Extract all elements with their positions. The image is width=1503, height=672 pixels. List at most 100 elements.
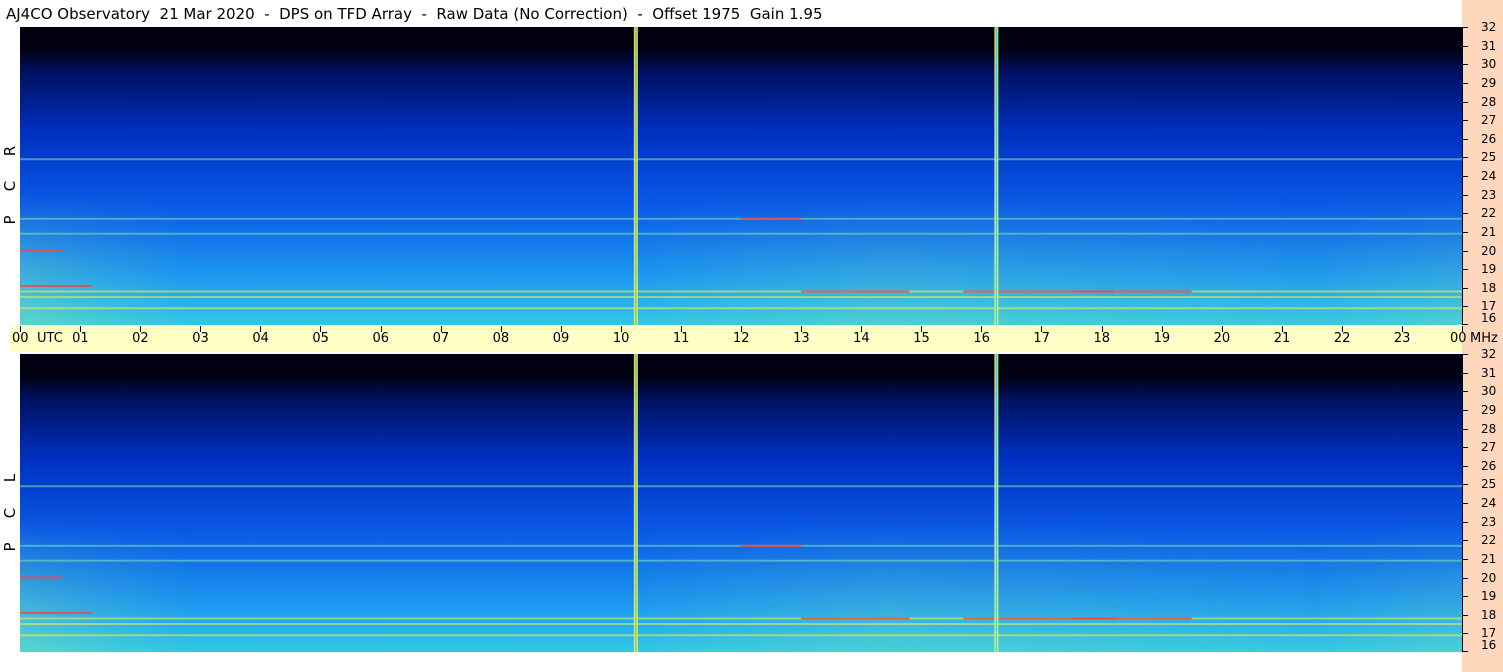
frequency-tick-label: 17: [1481, 299, 1497, 314]
interference-burst: [1071, 617, 1192, 620]
frequency-tick-label: 30: [1481, 57, 1497, 72]
utc-tick-label: 07: [432, 331, 450, 346]
carrier-line: [20, 232, 1462, 235]
rcp-spectrogram: [20, 27, 1462, 325]
utc-tick-label: 11: [672, 331, 690, 346]
utc-tick-label: 17: [1033, 331, 1050, 346]
lcp-frequency-axis: 16 17 18 19 20 21 22 23 24 25 26 27 28 29 30 31 32: [1462, 347, 1503, 652]
utc-tick-label: 23: [1393, 331, 1411, 346]
frequency-tick-label: 18: [1481, 607, 1497, 622]
frequency-tick: [1462, 324, 1468, 325]
frequency-tick: [1462, 176, 1468, 177]
frequency-tick: [1462, 614, 1468, 616]
utc-tick-label: 15: [913, 331, 930, 346]
frequency-tick-label: 19: [1481, 589, 1497, 604]
frequency-tick-label: 26: [1481, 458, 1497, 473]
carrier-line: [20, 307, 1462, 310]
frequency-tick: [1462, 45, 1468, 47]
frequency-tick: [1462, 213, 1468, 215]
utc-tick-label: 04: [252, 331, 269, 346]
carrier-line: [20, 559, 1462, 562]
utc-unit-label: UTC: [37, 331, 63, 346]
frequency-tick: [1462, 521, 1468, 523]
carrier-line: [20, 290, 1462, 293]
frequency-tick: [1462, 540, 1468, 542]
carrier-line: [20, 296, 1462, 299]
frequency-tick: [1462, 577, 1468, 579]
utc-tick-label: 06: [372, 331, 390, 346]
frequency-tick-label: 22: [1481, 206, 1497, 221]
utc-tick-label: 10: [612, 331, 630, 346]
frequency-tick: [1462, 503, 1468, 504]
frequency-tick-label: 25: [1481, 150, 1497, 165]
utc-tick-label: 14: [853, 331, 870, 346]
frequency-tick: [1462, 391, 1468, 393]
frequency-tick: [1462, 354, 1468, 355]
interference-burst: [801, 290, 910, 293]
carrier-line: [20, 634, 1462, 637]
frequency-tick-label: 31: [1481, 38, 1497, 53]
utc-tick-label: 19: [1153, 331, 1171, 346]
frequency-tick-label: 23: [1481, 514, 1497, 529]
frequency-tick: [1462, 428, 1468, 430]
frequency-tick: [1462, 82, 1468, 84]
interference-burst: [741, 544, 802, 547]
frequency-tick: [1462, 269, 1468, 271]
frequency-tick: [1462, 194, 1468, 196]
frequency-tick: [1462, 372, 1468, 374]
polarization-letter: L: [1, 473, 19, 483]
frequency-tick-label: 17: [1481, 626, 1497, 641]
frequency-tick-label: 32: [1481, 347, 1497, 361]
lcp-spectrogram: [20, 354, 1462, 652]
frequency-tick-label: 30: [1481, 384, 1497, 399]
interference-burst: [801, 617, 910, 620]
frequency-tick: [1462, 465, 1468, 467]
utc-tick-label: 20: [1213, 331, 1231, 346]
polarization-letter: C: [1, 507, 19, 519]
frequency-tick: [1462, 651, 1468, 652]
chart-title: AJ4CO Observatory 21 Mar 2020 - DPS on T…: [6, 5, 823, 23]
utc-tick-label: 01: [72, 331, 89, 346]
carrier-line: [20, 617, 1462, 620]
frequency-tick-label: 29: [1481, 75, 1497, 90]
frequency-tick-label: 25: [1481, 477, 1497, 492]
utc-tick-label: 21: [1273, 331, 1291, 346]
frequency-tick-label: 26: [1481, 131, 1497, 146]
frequency-tick-label: 27: [1481, 440, 1497, 455]
solar-noise-glow: [20, 27, 1462, 325]
utc-tick-label: 08: [492, 331, 510, 346]
frequency-tick: [1462, 27, 1468, 28]
carrier-line: [20, 623, 1462, 626]
interference-vertical-core: [635, 27, 637, 325]
frequency-tick: [1462, 101, 1468, 103]
polarization-letter: R: [1, 145, 19, 157]
polarization-letter: C: [1, 180, 19, 192]
frequency-tick-label: 28: [1481, 94, 1497, 109]
interference-vertical-core: [995, 354, 997, 652]
carrier-line: [20, 158, 1462, 161]
frequency-tick: [1462, 306, 1468, 308]
utc-tick-label: 00: [12, 331, 29, 346]
utc-tick-label: 18: [1093, 331, 1111, 346]
carrier-line: [20, 485, 1462, 488]
utc-time-axis: 00 01 02 03 04 05 06 07 08 09 10 11 12 13 14 15 16 17 18 19…: [10, 326, 1467, 352]
frequency-tick-label: 24: [1481, 496, 1497, 510]
interference-burst: [741, 217, 802, 220]
frequency-tick-label: 32: [1481, 20, 1497, 34]
lcp-spectrogram-svg: [20, 354, 1462, 652]
frequency-tick-label: 20: [1481, 243, 1497, 258]
utc-tick-label: 02: [132, 331, 149, 346]
utc-tick-label: 16: [973, 331, 990, 346]
polarization-letter: P: [1, 542, 19, 552]
solar-noise-glow: [20, 354, 1462, 652]
frequency-tick-label: 21: [1481, 551, 1497, 566]
frequency-tick-label: 24: [1481, 169, 1497, 183]
utc-tick-label: 00: [1450, 331, 1467, 346]
frequency-tick: [1462, 484, 1468, 486]
frequency-tick: [1462, 633, 1468, 635]
interference-burst: [1071, 290, 1192, 293]
interference-vertical-core: [635, 354, 637, 652]
interference-vertical-core: [995, 27, 997, 325]
frequency-tick: [1462, 409, 1468, 411]
interference-burst: [20, 611, 93, 614]
